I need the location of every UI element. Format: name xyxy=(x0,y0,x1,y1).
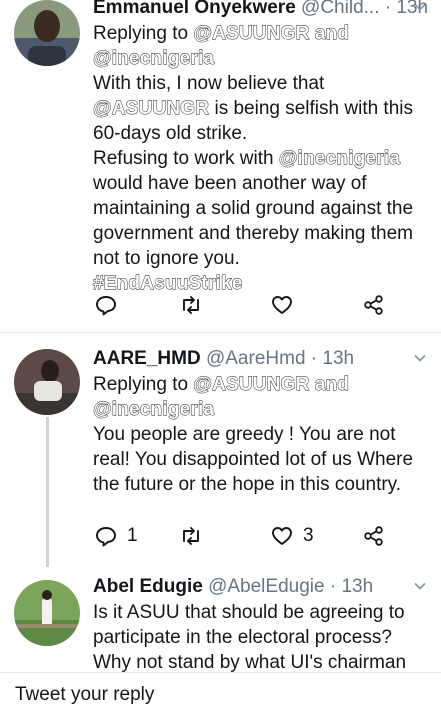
reply-button[interactable]: 1 xyxy=(95,525,138,547)
tweet-text: Replying to @ASUUNGR and @inecnigeria Wi… xyxy=(93,21,427,296)
reply-icon xyxy=(96,296,116,316)
like-count: 3 xyxy=(303,525,314,546)
display-name[interactable]: AARE_HMD xyxy=(93,348,201,369)
like-button[interactable]: 3 xyxy=(271,525,314,547)
share-button[interactable] xyxy=(363,294,385,316)
retweet-icon xyxy=(183,296,199,314)
display-name[interactable]: Abel Edugie xyxy=(93,576,203,597)
tweet-1[interactable]: Emmanuel Onyekwere @Child... · 13h Reply… xyxy=(0,0,441,332)
tweet-header: Emmanuel Onyekwere @Child... · 13h xyxy=(93,0,427,20)
mention-link[interactable]: @inecnigeria xyxy=(93,48,215,70)
chevron-down-icon[interactable] xyxy=(413,579,427,593)
retweet-button[interactable] xyxy=(179,294,203,316)
replying-to-label: Replying to xyxy=(93,23,189,44)
username[interactable]: @AbelEdugie xyxy=(208,576,324,597)
text-segment: would have been another way of maintaini… xyxy=(93,173,414,269)
thread-line xyxy=(46,417,49,567)
retweet-icon xyxy=(183,527,199,545)
text-segment: You people are greedy ! You are not real… xyxy=(93,424,414,495)
avatar[interactable] xyxy=(14,349,80,415)
and-word: and xyxy=(314,23,350,45)
text-segment: Refusing to work with xyxy=(93,148,274,169)
timestamp[interactable]: 13h xyxy=(341,576,373,597)
mention-link[interactable]: @ASUUNGR xyxy=(93,98,210,120)
reply-button[interactable] xyxy=(95,294,117,316)
share-button[interactable] xyxy=(363,525,385,547)
mention-link[interactable]: @inecnigeria xyxy=(93,399,215,421)
tweet-reply-input[interactable]: Tweet your reply xyxy=(15,684,154,706)
reply-icon xyxy=(96,527,116,547)
chevron-down-icon[interactable] xyxy=(413,351,427,365)
hashtag-link[interactable]: #EndAsuuStrike xyxy=(93,273,243,295)
mention-link[interactable]: @inecnigeria xyxy=(278,148,400,170)
retweet-button[interactable] xyxy=(179,525,203,547)
tweet-2[interactable]: AARE_HMD @AareHmd · 13h Replying to @ASU… xyxy=(0,333,441,567)
tweet-header: Abel Edugie @AbelEdugie · 13h xyxy=(93,576,374,597)
avatar[interactable] xyxy=(14,0,80,66)
share-icon xyxy=(364,526,383,546)
timestamp[interactable]: 13h xyxy=(322,348,354,369)
tweet-3[interactable]: Abel Edugie @AbelEdugie · 13h Is it ASUU… xyxy=(0,566,441,698)
mention-link[interactable]: @ASUUNGR xyxy=(193,23,310,45)
username[interactable]: @Child... xyxy=(301,0,379,18)
reply-bar: Tweet your reply xyxy=(0,672,441,720)
mention-link[interactable]: @ASUUNGR xyxy=(193,374,310,396)
tweet-header: AARE_HMD @AareHmd · 13h xyxy=(93,348,355,369)
reply-count: 1 xyxy=(127,525,138,546)
tweet-text: Replying to @ASUUNGR and @inecnigeria Yo… xyxy=(93,372,427,497)
chevron-down-icon[interactable] xyxy=(413,0,427,14)
replying-to-label: Replying to xyxy=(93,374,189,395)
username[interactable]: @AareHmd xyxy=(206,348,306,369)
and-word: and xyxy=(314,374,350,396)
text-segment: With this, I now believe that xyxy=(93,73,325,94)
like-button[interactable] xyxy=(271,294,293,316)
like-icon xyxy=(272,296,292,314)
like-icon xyxy=(272,527,292,545)
avatar[interactable] xyxy=(14,580,80,646)
display-name[interactable]: Emmanuel Onyekwere xyxy=(93,0,296,18)
share-icon xyxy=(364,295,383,315)
